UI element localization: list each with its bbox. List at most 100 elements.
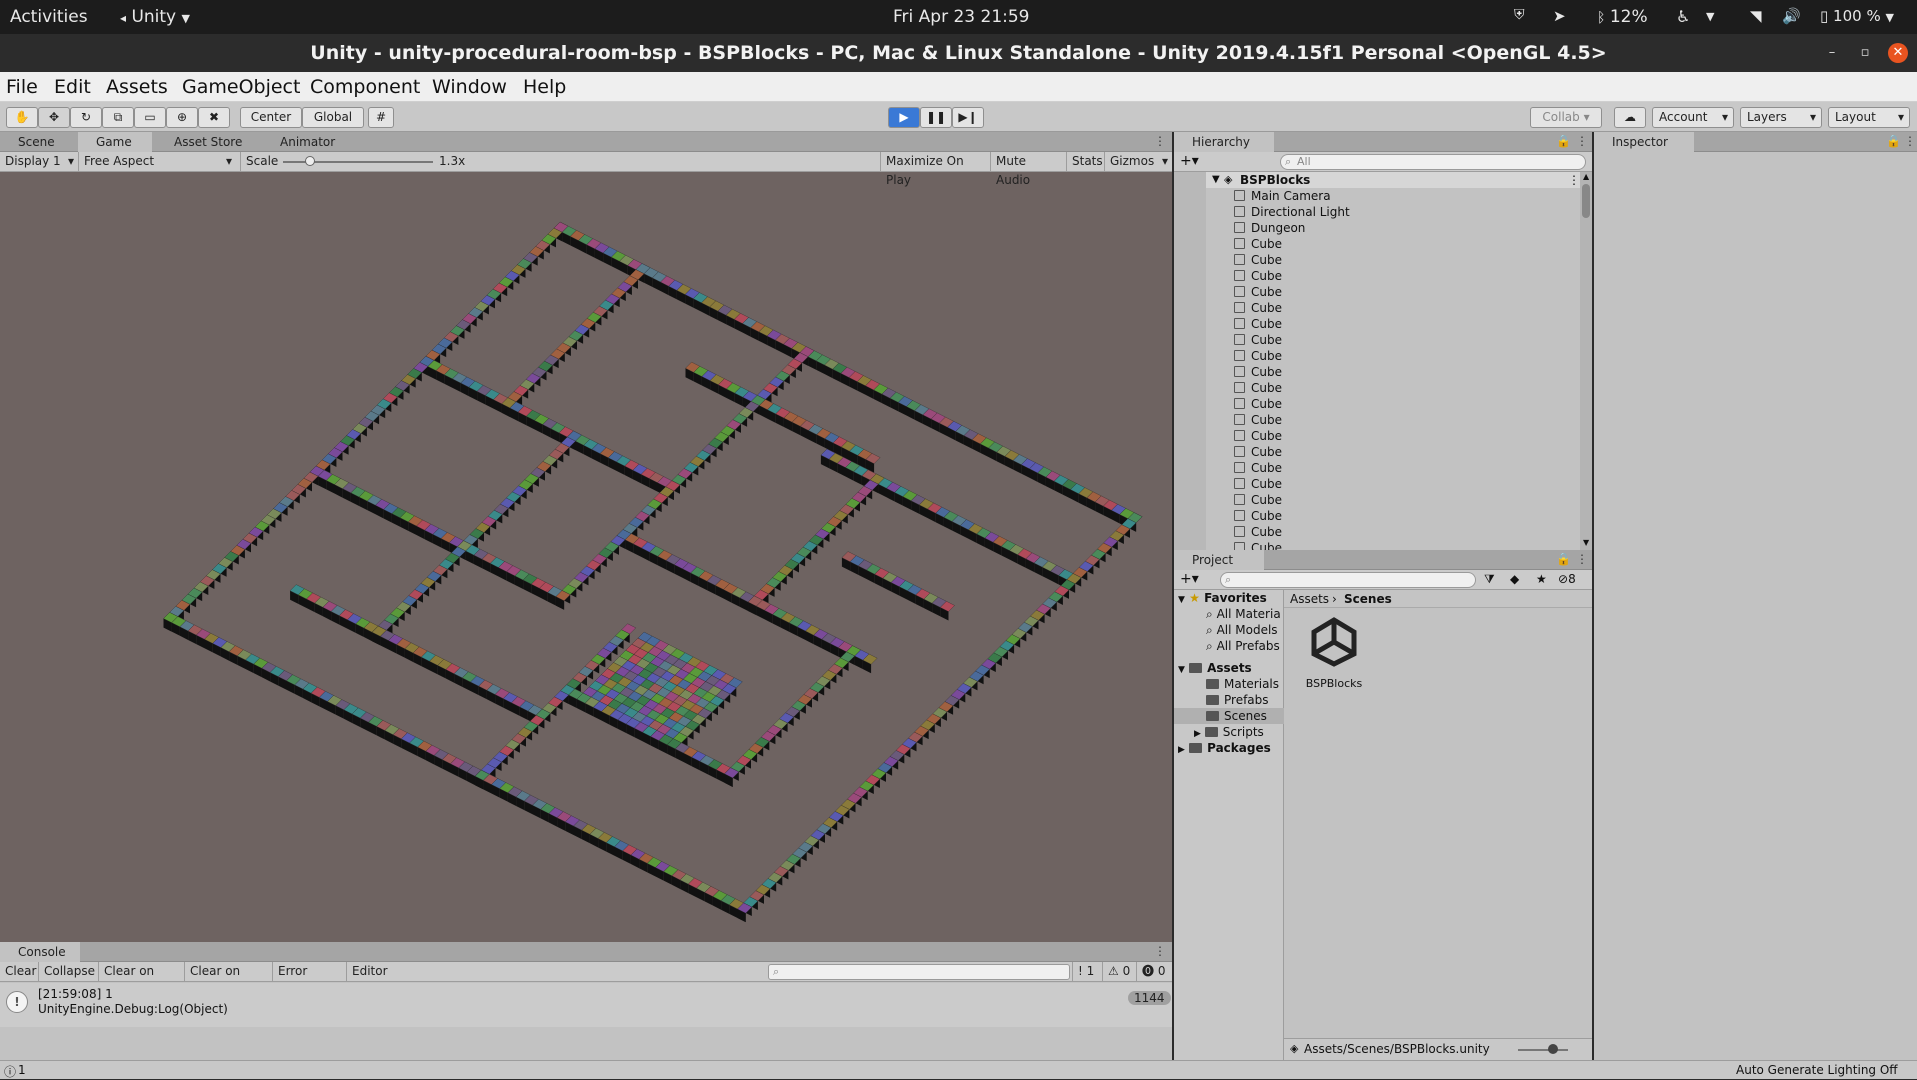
cloud-icon[interactable]: ☁ xyxy=(1614,107,1646,128)
scale-thumb[interactable] xyxy=(305,156,315,166)
tab-hierarchy[interactable]: Hierarchy xyxy=(1174,132,1274,152)
more-menu-icon[interactable]: ⋮ xyxy=(1576,552,1588,566)
packages-node[interactable]: ▶ Packages xyxy=(1178,740,1271,756)
move-tool-icon[interactable]: ✥ xyxy=(38,107,70,128)
error-filter-toggle[interactable]: ⓿ 0 xyxy=(1136,962,1172,982)
hierarchy-item[interactable]: Cube xyxy=(1234,268,1282,284)
minimize-icon[interactable]: – xyxy=(1822,43,1842,63)
hierarchy-item[interactable]: Cube xyxy=(1234,460,1282,476)
breadcrumb-root[interactable]: Assets xyxy=(1290,592,1329,606)
lighting-status[interactable]: Auto Generate Lighting Off xyxy=(1736,1063,1898,1077)
folder-scenes[interactable]: Scenes xyxy=(1174,708,1284,724)
filter-by-label-icon[interactable]: ◆ xyxy=(1510,572,1519,586)
rect-tool-icon[interactable]: ▭ xyxy=(134,107,166,128)
pivot-center-button[interactable]: Center xyxy=(240,107,302,128)
lock-icon[interactable]: 🔒 xyxy=(1556,134,1571,148)
menu-gameobject[interactable]: GameObject xyxy=(182,76,300,98)
grid-snap-icon[interactable]: # xyxy=(368,107,394,128)
menu-component[interactable]: Component xyxy=(310,76,420,98)
tab-console[interactable]: Console xyxy=(0,942,80,962)
editor-dropdown[interactable]: Editor ▾ xyxy=(346,962,396,997)
clear-button[interactable]: Clear xyxy=(0,962,38,982)
battery-status[interactable]: ▯ 100 % ▼ xyxy=(1820,7,1894,25)
gizmos-dropdown[interactable]: Gizmos ▾ xyxy=(1104,152,1172,172)
play-button[interactable]: ▶ xyxy=(888,107,920,128)
favorite-all-prefabs[interactable]: ⌕ All Prefabs xyxy=(1206,638,1280,654)
expand-arrow-icon[interactable]: ▼ xyxy=(1212,172,1220,188)
icon-size-slider[interactable] xyxy=(1548,1044,1558,1054)
step-button[interactable]: ▶❙ xyxy=(952,107,984,128)
hierarchy-item[interactable]: Cube xyxy=(1234,316,1282,332)
menu-window[interactable]: Window xyxy=(432,76,507,98)
more-menu-icon[interactable]: ⋮ xyxy=(1576,134,1588,148)
warning-filter-toggle[interactable]: ⚠ 0 xyxy=(1102,962,1136,982)
tab-asset-store[interactable]: Asset Store xyxy=(156,132,260,152)
folder-materials[interactable]: Materials xyxy=(1206,676,1279,692)
lock-icon[interactable]: 🔒 xyxy=(1556,552,1571,566)
project-search-input[interactable]: ⌕ xyxy=(1220,572,1476,588)
folder-prefabs[interactable]: Prefabs xyxy=(1206,692,1269,708)
hierarchy-item[interactable]: Cube xyxy=(1234,348,1282,364)
hierarchy-item[interactable]: Cube xyxy=(1234,428,1282,444)
menu-help[interactable]: Help xyxy=(523,76,566,98)
tab-scene[interactable]: Scene xyxy=(0,132,78,152)
hierarchy-item[interactable]: Cube xyxy=(1234,412,1282,428)
scene-asset-tile[interactable]: BSPBlocks xyxy=(1294,616,1374,696)
hierarchy-item[interactable]: Cube xyxy=(1234,396,1282,412)
more-menu-icon[interactable]: ⋮ xyxy=(1904,134,1916,148)
collab-button[interactable]: Collab ▾ xyxy=(1530,107,1602,128)
hierarchy-item[interactable]: Cube xyxy=(1234,284,1282,300)
stats-toggle[interactable]: Stats xyxy=(1066,152,1104,172)
tab-game[interactable]: Game xyxy=(78,132,152,152)
hidden-packages-toggle[interactable]: ⊘8 xyxy=(1558,572,1576,586)
error-pause-button[interactable]: Error Pause xyxy=(272,962,346,997)
log-filter-toggle[interactable]: ! 1 xyxy=(1072,962,1102,982)
scrollbar-thumb[interactable] xyxy=(1582,184,1590,218)
console-log-entry[interactable]: ! [21:59:08] 1 UnityEngine.Debug:Log(Obj… xyxy=(0,983,1172,1027)
more-menu-icon[interactable]: ⋮ xyxy=(1154,944,1166,958)
bluetooth-battery[interactable]: ᛒ 12% xyxy=(1597,7,1648,27)
mute-audio-toggle[interactable]: Mute Audio xyxy=(990,152,1066,187)
scale-tool-icon[interactable]: ⧉ xyxy=(102,107,134,128)
tab-project[interactable]: Project xyxy=(1174,550,1264,570)
scroll-up-icon[interactable]: ▲ xyxy=(1583,172,1589,181)
tab-animator[interactable]: Animator xyxy=(262,132,362,152)
wifi-icon[interactable]: ◥ xyxy=(1750,7,1762,25)
hierarchy-item[interactable]: Cube xyxy=(1234,236,1282,252)
lock-icon[interactable]: 🔒 xyxy=(1886,134,1901,148)
console-search-input[interactable]: ⌕ xyxy=(768,964,1070,980)
more-menu-icon[interactable]: ⋮ xyxy=(1568,172,1580,188)
breadcrumb-current[interactable]: Scenes xyxy=(1344,592,1392,606)
hierarchy-item[interactable]: Cube xyxy=(1234,252,1282,268)
hand-tool-icon[interactable]: ✋ xyxy=(6,107,38,128)
folder-scripts[interactable]: ▶ Scripts xyxy=(1194,724,1264,740)
rotate-tool-icon[interactable]: ↻ xyxy=(70,107,102,128)
app-menu[interactable]: ◂ Unity ▼ xyxy=(120,7,190,27)
restore-icon[interactable]: ▫ xyxy=(1855,43,1875,63)
create-add-icon[interactable]: +▾ xyxy=(1180,571,1199,587)
hierarchy-item[interactable]: Main Camera xyxy=(1234,188,1331,204)
clock[interactable]: Fri Apr 23 21:59 xyxy=(893,7,1030,27)
create-add-icon[interactable]: +▾ xyxy=(1180,153,1199,169)
display-dropdown[interactable]: Display 1 ▾ xyxy=(0,152,78,172)
hierarchy-item[interactable]: Cube xyxy=(1234,380,1282,396)
layout-dropdown[interactable]: Layout ▾ xyxy=(1828,107,1910,128)
activities-button[interactable]: Activities xyxy=(10,7,88,27)
hierarchy-item[interactable]: Cube xyxy=(1234,476,1282,492)
volume-icon[interactable]: 🔊 xyxy=(1782,7,1801,25)
status-message[interactable]: 1 xyxy=(18,1063,26,1077)
favorite-all-models[interactable]: ⌕ All Models xyxy=(1206,622,1278,638)
hierarchy-item[interactable]: Cube xyxy=(1234,300,1282,316)
hierarchy-item[interactable]: Cube xyxy=(1234,444,1282,460)
scale-slider[interactable]: Scale 1.3x xyxy=(240,152,500,172)
custom-tool-icon[interactable]: ✖ xyxy=(198,107,230,128)
clear-on-play-button[interactable]: Clear on Play xyxy=(98,962,184,997)
close-icon[interactable]: ✕ xyxy=(1888,43,1908,63)
hierarchy-item[interactable]: Dungeon xyxy=(1234,220,1305,236)
favorites-node[interactable]: ▼ ★ Favorites xyxy=(1178,590,1267,606)
assets-node[interactable]: ▼ Assets xyxy=(1178,660,1252,676)
hierarchy-item[interactable]: Directional Light xyxy=(1234,204,1350,220)
hierarchy-item[interactable]: Cube xyxy=(1234,540,1282,550)
pause-button[interactable]: ❚❚ xyxy=(920,107,952,128)
chevron-down-icon[interactable]: ▼ xyxy=(1706,10,1714,23)
